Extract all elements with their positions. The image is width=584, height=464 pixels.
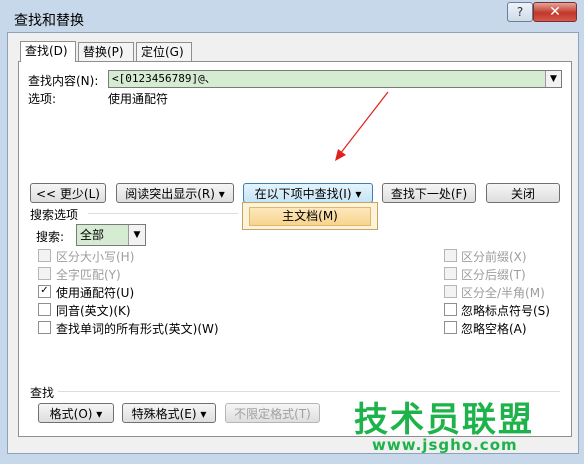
match-case-checkbox[interactable] bbox=[38, 249, 51, 262]
options-label: 选项: bbox=[28, 92, 57, 106]
whole-word-label: 全字匹配(Y) bbox=[56, 268, 121, 282]
chevron-down-icon[interactable]: ▼ bbox=[128, 225, 145, 245]
match-suffix-label: 区分后缀(T) bbox=[461, 268, 526, 282]
search-options-heading: 搜索选项 bbox=[30, 208, 79, 222]
title-bar[interactable]: 查找和替换 ? ✕ bbox=[0, 0, 584, 36]
dialog-title: 查找和替换 bbox=[14, 13, 84, 29]
use-wildcards-checkbox[interactable]: ✓ bbox=[38, 285, 51, 298]
find-what-value[interactable]: <[0123456789]@、 bbox=[112, 71, 216, 87]
less-button[interactable]: << 更少(L) bbox=[30, 183, 106, 203]
find-in-button[interactable]: 在以下项中查找(I) ▾ bbox=[243, 183, 373, 203]
all-word-forms-label: 查找单词的所有形式(英文)(W) bbox=[56, 322, 219, 336]
find-what-combobox[interactable]: <[0123456789]@、 ▼ bbox=[108, 70, 562, 88]
no-formatting-button[interactable]: 不限定格式(T) bbox=[225, 403, 320, 423]
match-case-label: 区分大小写(H) bbox=[56, 250, 135, 264]
search-direction-value: 全部 bbox=[80, 228, 105, 242]
watermark-logo: 技术员联盟 bbox=[354, 400, 534, 440]
format-button[interactable]: 格式(O) ▾ bbox=[38, 403, 114, 423]
match-prefix-label: 区分前缀(X) bbox=[461, 250, 527, 264]
sounds-like-checkbox[interactable] bbox=[38, 303, 51, 316]
all-word-forms-checkbox[interactable] bbox=[38, 321, 51, 334]
match-width-checkbox[interactable] bbox=[444, 285, 457, 298]
match-width-label: 区分全/半角(M) bbox=[461, 286, 545, 300]
special-button[interactable]: 特殊格式(E) ▾ bbox=[122, 403, 216, 423]
red-arrow-annotation bbox=[335, 91, 389, 161]
tab-goto[interactable]: 定位(G) bbox=[136, 42, 192, 61]
options-value: 使用通配符 bbox=[108, 92, 169, 106]
close-window-button[interactable]: ✕ bbox=[533, 2, 577, 22]
dialog-window: 查找和替换 ? ✕ 查找(D) 替换(P) 定位(G) 查找内容(N): <[0… bbox=[0, 0, 584, 464]
find-what-label: 查找内容(N): bbox=[28, 74, 99, 88]
close-button[interactable]: 关闭 bbox=[486, 183, 560, 203]
chevron-down-icon[interactable]: ▼ bbox=[545, 71, 561, 87]
watermark-url: www.jsgho.com bbox=[372, 436, 518, 454]
find-in-menu: 主文档(M) bbox=[242, 202, 378, 230]
match-prefix-checkbox[interactable] bbox=[444, 249, 457, 262]
ignore-punctuation-checkbox[interactable] bbox=[444, 303, 457, 316]
find-section-heading: 查找 bbox=[30, 386, 55, 400]
menu-item-main-document[interactable]: 主文档(M) bbox=[249, 207, 371, 226]
ignore-whitespace-checkbox[interactable] bbox=[444, 321, 457, 334]
whole-word-checkbox[interactable] bbox=[38, 267, 51, 280]
ignore-punctuation-label: 忽略标点符号(S) bbox=[461, 304, 550, 318]
match-suffix-checkbox[interactable] bbox=[444, 267, 457, 280]
find-next-button[interactable]: 查找下一处(F) bbox=[382, 183, 476, 203]
ignore-whitespace-label: 忽略空格(A) bbox=[461, 322, 527, 336]
help-button[interactable]: ? bbox=[507, 2, 533, 22]
tab-replace[interactable]: 替换(P) bbox=[78, 42, 134, 61]
sounds-like-label: 同音(英文)(K) bbox=[56, 304, 131, 318]
use-wildcards-label: 使用通配符(U) bbox=[56, 286, 135, 300]
search-direction-select[interactable]: 全部 ▼ bbox=[76, 224, 146, 246]
reading-highlight-button[interactable]: 阅读突出显示(R) ▾ bbox=[116, 183, 234, 203]
tab-find[interactable]: 查找(D) bbox=[20, 41, 76, 62]
search-options-divider bbox=[88, 213, 238, 214]
search-direction-label: 搜索: bbox=[36, 230, 65, 244]
